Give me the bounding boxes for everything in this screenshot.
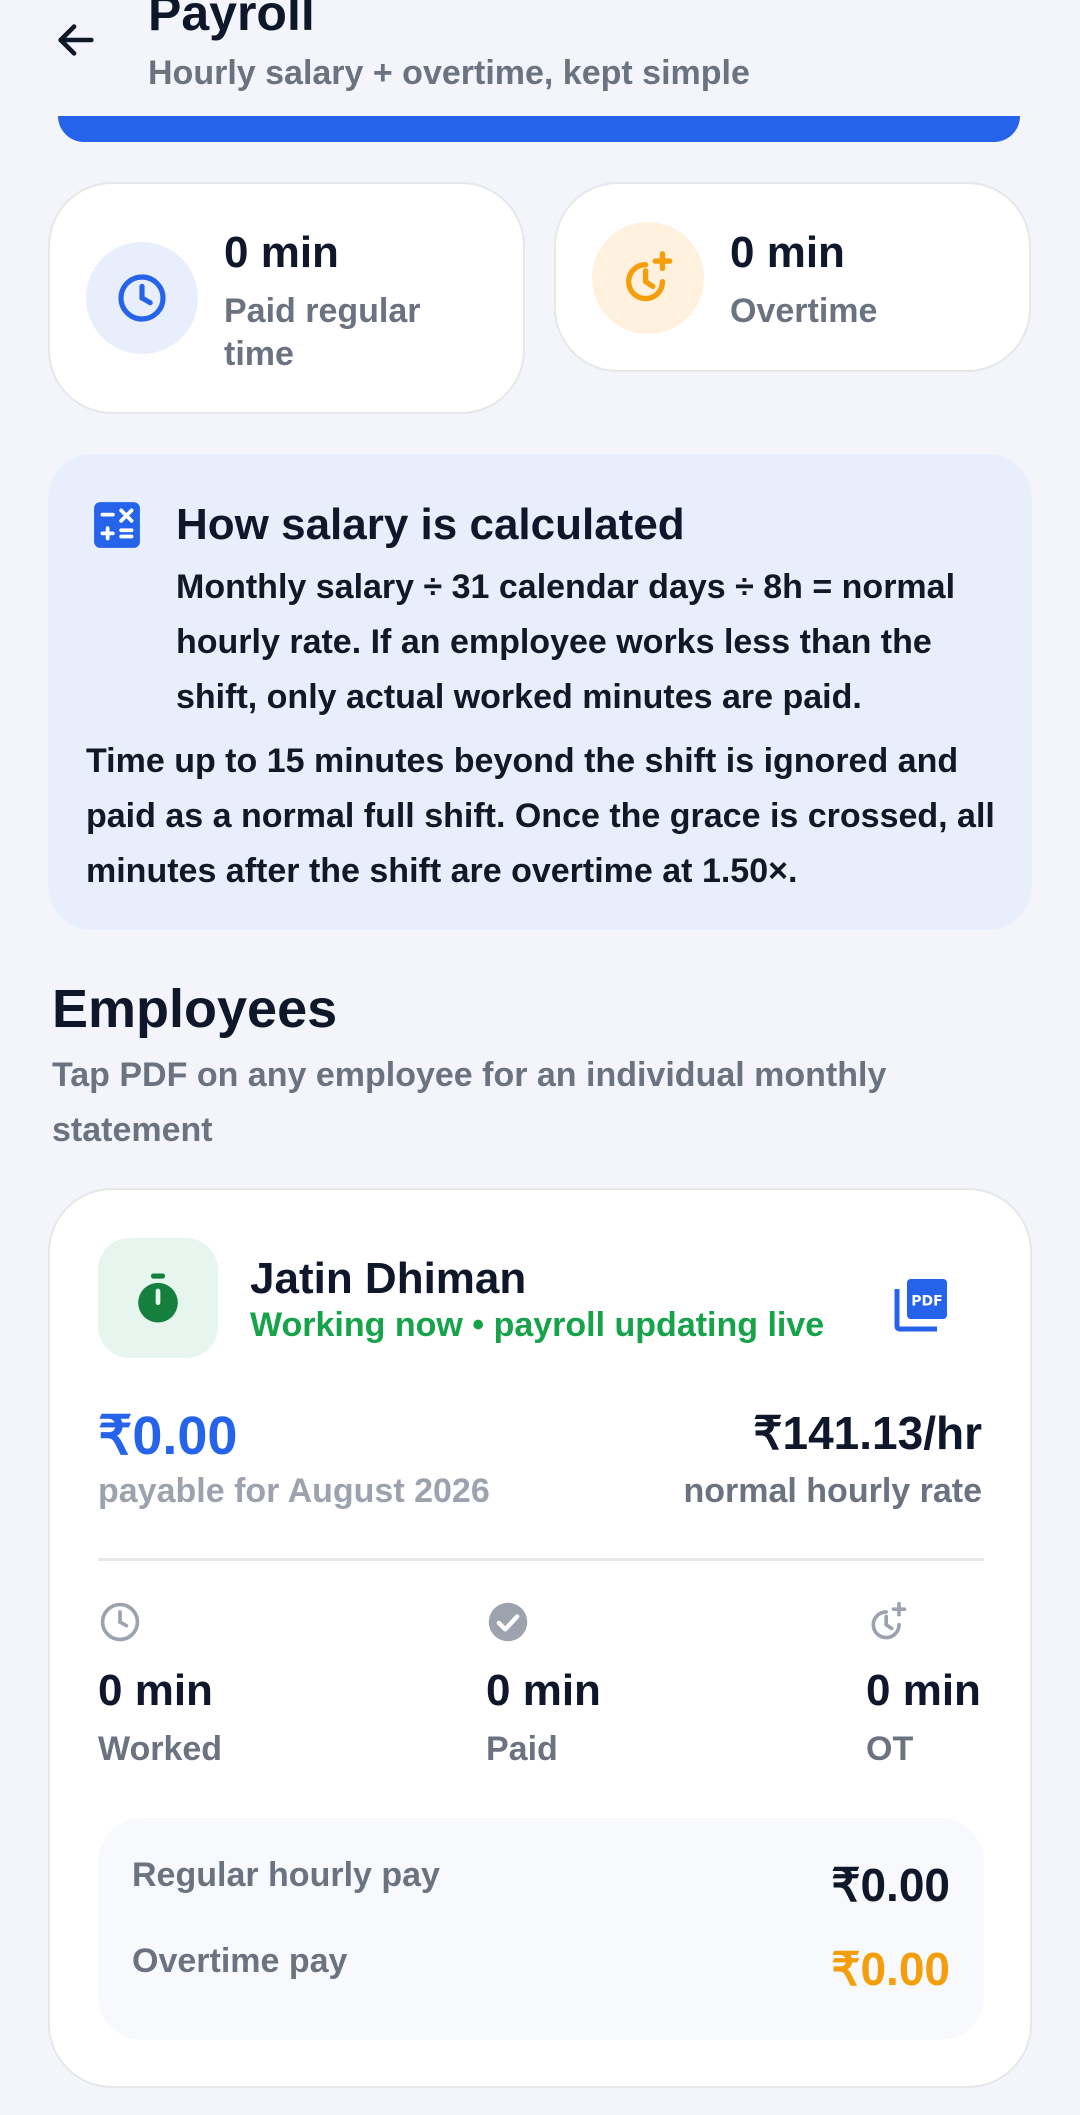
header-banner-edge	[58, 116, 1020, 142]
page-title: Payroll	[148, 0, 315, 41]
pay-breakdown: Regular hourly pay ₹0.00 Overtime pay ₹0…	[98, 1818, 984, 2040]
app-header: Payroll Hourly salary + overtime, kept s…	[0, 0, 1080, 110]
payable-amount: ₹0.00	[98, 1406, 238, 1466]
stopwatch-icon	[138, 1273, 178, 1323]
metric-worked: 0 min Worked	[98, 1600, 222, 1769]
pdf-button[interactable]: PDF	[892, 1274, 952, 1334]
overtime-pay-label: Overtime pay	[132, 1942, 348, 1980]
stat-value: 0 min	[224, 228, 339, 277]
avatar	[98, 1238, 218, 1358]
salary-info-box: How salary is calculated Monthly salary …	[48, 454, 1032, 930]
regular-pay-label: Regular hourly pay	[132, 1856, 440, 1894]
svg-text:PDF: PDF	[911, 1293, 942, 1309]
metric-value: 0 min	[866, 1666, 981, 1715]
stat-label: Paid regular time	[224, 292, 421, 373]
metric-value: 0 min	[486, 1666, 601, 1715]
info-text-overtime: Time up to 15 minutes beyond the shift i…	[86, 742, 995, 890]
metric-ot: 0 min OT	[866, 1600, 981, 1769]
stat-icon-wrap	[592, 222, 704, 334]
stat-card-overtime: 0 min Overtime	[554, 182, 1031, 372]
clock-plus-icon	[871, 1601, 907, 1640]
stat-icon-wrap	[86, 242, 198, 354]
metric-label: OT	[866, 1730, 914, 1768]
page-subtitle: Hourly salary + overtime, kept simple	[148, 54, 750, 92]
calculator-icon	[94, 502, 140, 548]
metric-paid: 0 min Paid	[486, 1600, 601, 1769]
stat-label: Overtime	[730, 292, 878, 330]
metric-value: 0 min	[98, 1666, 213, 1715]
info-title: How salary is calculated	[176, 500, 685, 549]
stat-card-paid-regular: 0 min Paid regular time	[48, 182, 525, 414]
clock-icon	[100, 1602, 140, 1642]
employee-card[interactable]: Jatin Dhiman Working now • payroll updat…	[48, 1188, 1032, 2088]
overtime-pay-value: ₹0.00	[831, 1943, 950, 1995]
clock-icon	[118, 274, 166, 322]
back-button[interactable]	[48, 12, 104, 68]
hourly-rate-label: normal hourly rate	[683, 1472, 982, 1510]
clock-plus-icon	[626, 251, 673, 302]
info-text-rate: Monthly salary ÷ 31 calendar days ÷ 8h =…	[176, 568, 956, 716]
stat-value: 0 min	[730, 228, 845, 277]
regular-pay-value: ₹0.00	[831, 1859, 950, 1911]
metric-label: Paid	[486, 1730, 558, 1768]
arrow-left-icon	[58, 24, 94, 56]
employees-title: Employees	[52, 979, 338, 1039]
employee-name: Jatin Dhiman	[250, 1254, 527, 1303]
divider	[98, 1558, 984, 1561]
employee-status: Working now • payroll updating live	[250, 1306, 825, 1344]
check-circle-icon	[488, 1602, 528, 1642]
payable-amount-label: payable for August 2026	[98, 1472, 490, 1510]
pdf-icon: PDF	[894, 1279, 947, 1332]
employees-subtitle: Tap PDF on any employee for an individua…	[52, 1056, 887, 1149]
metric-label: Worked	[98, 1730, 223, 1768]
hourly-rate: ₹141.13/hr	[753, 1407, 982, 1459]
